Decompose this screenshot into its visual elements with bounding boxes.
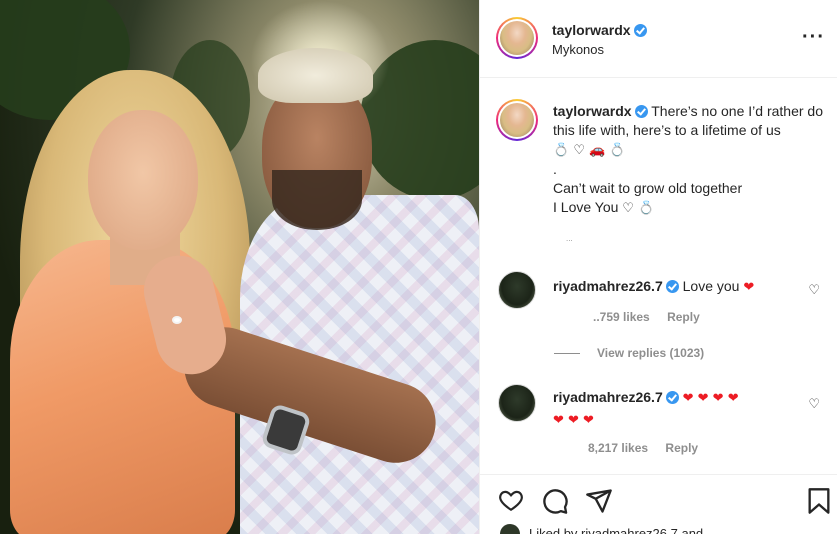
- author-block: taylorwardx: [552, 22, 647, 40]
- engagement-ring: [172, 316, 182, 324]
- commenter-avatar[interactable]: [498, 384, 536, 422]
- caption-timestamp: ...: [566, 234, 573, 243]
- post-actions: [480, 474, 837, 534]
- comment-icon[interactable]: [541, 487, 569, 515]
- post-sidebar: taylorwardx Mykonos ··· taylorwardx Ther…: [479, 0, 837, 534]
- commenter-avatar[interactable]: [498, 271, 536, 309]
- commenter-username[interactable]: riyadmahrez26.7: [553, 278, 663, 294]
- heart-icon[interactable]: [497, 487, 525, 513]
- heart-emojis: ❤ ❤ ❤ ❤: [682, 391, 739, 406]
- reply-button[interactable]: Reply: [665, 441, 698, 455]
- reply-button[interactable]: Reply: [667, 310, 700, 324]
- comment-meta: ..759 likes Reply: [593, 310, 714, 324]
- commenter-username[interactable]: riyadmahrez26.7: [553, 389, 663, 405]
- comment-text: Love you: [682, 278, 740, 294]
- man-beard: [272, 170, 362, 230]
- comment-body: riyadmahrez26.7 Love you ❤: [553, 276, 793, 298]
- comment-meta: 8,217 likes Reply: [588, 441, 712, 455]
- share-icon[interactable]: [585, 487, 613, 515]
- caption-username[interactable]: taylorwardx: [553, 103, 632, 119]
- caption-line-2: Can’t wait to grow old together: [553, 180, 743, 196]
- caption-text: taylorwardx There’s no one I’d rather do…: [553, 102, 823, 218]
- liked-by-text[interactable]: Liked by riyadmahrez26.7 and: [529, 526, 703, 534]
- heart-emojis-row-2: ❤ ❤ ❤: [553, 413, 594, 428]
- verified-icon: [665, 391, 679, 404]
- verified-icon: [634, 105, 648, 118]
- heart-emoji: ❤: [743, 280, 755, 295]
- caption-emojis-3: ♡ 💍: [622, 201, 655, 216]
- comment-body: riyadmahrez26.7 ❤ ❤ ❤ ❤ ❤ ❤ ❤: [553, 387, 793, 431]
- caption-author-avatar[interactable]: [496, 99, 538, 141]
- author-username[interactable]: taylorwardx: [552, 22, 631, 38]
- bookmark-icon[interactable]: [807, 487, 831, 515]
- comment-like-heart-icon[interactable]: ♡: [808, 282, 820, 298]
- comment-likes[interactable]: 8,217 likes: [588, 441, 648, 455]
- caption-dot: .: [553, 161, 557, 177]
- post-photo[interactable]: [0, 0, 479, 534]
- author-avatar[interactable]: [496, 17, 538, 59]
- more-options-icon[interactable]: ···: [802, 27, 825, 47]
- verified-icon: [665, 280, 679, 293]
- replies-divider: [554, 353, 580, 355]
- caption-emojis-1: 💍 ♡ 🚗 💍: [553, 143, 626, 158]
- view-replies-button[interactable]: View replies (1023): [554, 346, 704, 360]
- verified-icon: [633, 24, 647, 37]
- comment-likes[interactable]: ..759 likes: [593, 310, 650, 324]
- view-replies-label: View replies (1023): [597, 346, 705, 360]
- post-location[interactable]: Mykonos: [552, 42, 604, 57]
- post-header: taylorwardx Mykonos ···: [480, 0, 837, 78]
- man-hair: [258, 48, 373, 103]
- woman-face: [88, 110, 198, 250]
- caption-line-3: I Love You: [553, 199, 619, 215]
- comment-like-heart-icon[interactable]: ♡: [808, 396, 820, 412]
